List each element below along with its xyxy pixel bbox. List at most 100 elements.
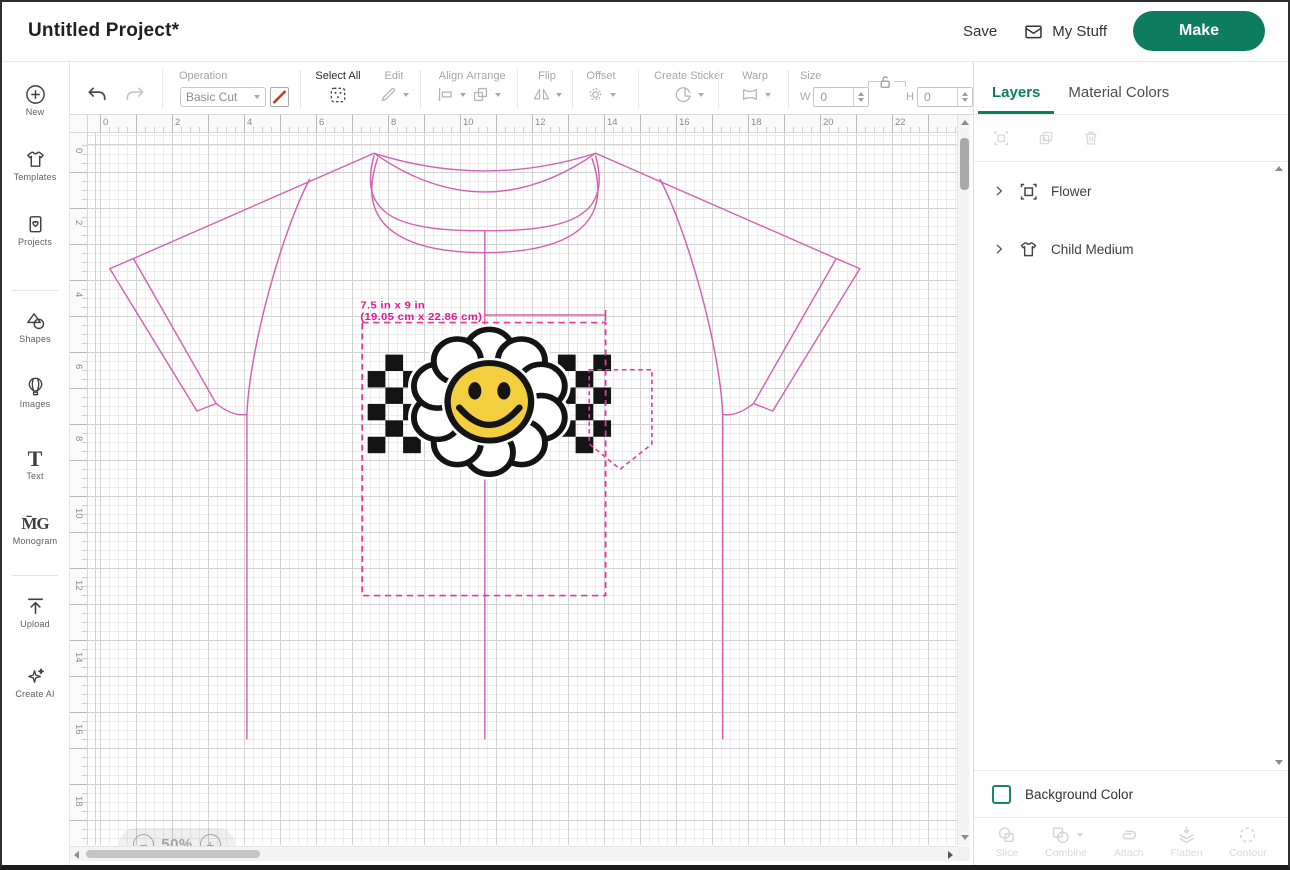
height-input[interactable]: 0 — [917, 87, 973, 107]
create-sticker-button[interactable]: Create Sticker — [643, 62, 735, 115]
chevron-down-icon — [495, 93, 501, 97]
ruler-number: 14 — [73, 652, 84, 663]
sticker-icon — [674, 85, 693, 104]
my-stuff-button[interactable]: My Stuff — [1023, 21, 1107, 42]
vertical-scrollbar[interactable] — [957, 115, 970, 845]
layer-list: Flower Child Medium — [974, 162, 1288, 769]
horizontal-scrollbar[interactable] — [70, 846, 957, 861]
sidebar-item-create-ai[interactable]: Create AI — [0, 665, 70, 699]
offset-icon — [586, 85, 605, 104]
warp-button[interactable]: Warp — [725, 62, 785, 115]
ruler-number: 18 — [751, 117, 762, 128]
sidebar-item-upload[interactable]: Upload — [0, 595, 70, 629]
redo-icon[interactable] — [123, 84, 146, 107]
edit-button[interactable]: Edit — [370, 62, 418, 115]
layer-row-child-medium[interactable]: Child Medium — [974, 220, 1288, 278]
tshirt-icon — [24, 148, 47, 171]
ruler-number: 4 — [73, 292, 84, 297]
ruler-number: 8 — [73, 436, 84, 441]
background-color-checkbox[interactable] — [992, 785, 1011, 804]
sidebar-item-shapes[interactable]: Shapes — [0, 310, 70, 344]
height-stepper[interactable] — [957, 88, 972, 106]
sidebar-item-images[interactable]: Images — [0, 375, 70, 409]
diagonal-line-icon — [271, 88, 288, 106]
ruler-number: 12 — [73, 580, 84, 591]
chevron-down-icon — [610, 93, 616, 97]
undo-icon[interactable] — [86, 84, 109, 107]
arrange-icon — [471, 85, 490, 104]
group-icon[interactable] — [992, 129, 1010, 147]
sidebar-item-projects[interactable]: Projects — [0, 213, 70, 247]
flip-button[interactable]: Flip — [522, 62, 572, 115]
plus-circle-icon — [24, 83, 47, 106]
trash-icon[interactable] — [1082, 129, 1100, 147]
save-button[interactable]: Save — [963, 23, 997, 40]
chevron-right-icon[interactable] — [992, 242, 1006, 256]
project-card-icon — [24, 213, 47, 236]
size-lock-brackets — [806, 72, 902, 86]
flatten-button[interactable]: Flatten — [1170, 824, 1202, 859]
lock-open-icon[interactable] — [876, 72, 894, 92]
scroll-right-arrow-icon[interactable] — [948, 851, 953, 859]
ruler-number: 0 — [103, 117, 108, 128]
layers-panel: Layers Material Colors Flower Child Medi… — [974, 62, 1288, 870]
ruler-number: 2 — [175, 117, 180, 128]
scroll-down-arrow-icon[interactable] — [961, 835, 969, 840]
sidebar-item-templates[interactable]: Templates — [0, 148, 70, 182]
width-stepper[interactable] — [853, 88, 868, 106]
combine-button[interactable]: Combine — [1045, 824, 1087, 859]
sidebar-item-new[interactable]: New — [0, 83, 70, 117]
ruler-number: 16 — [679, 117, 690, 128]
ruler-number: 22 — [895, 117, 906, 128]
edit-toolbar: Operation Basic Cut Select All Edit Alig… — [70, 62, 973, 115]
operation-label: Operation — [179, 70, 300, 82]
duplicate-icon[interactable] — [1037, 129, 1055, 147]
flower-design[interactable] — [414, 329, 565, 474]
slice-button[interactable]: Slice — [995, 824, 1018, 859]
layer-row-flower[interactable]: Flower — [974, 162, 1288, 220]
scroll-left-arrow-icon[interactable] — [74, 851, 79, 859]
upload-icon — [24, 595, 47, 618]
design-canvas[interactable]: 7.5 in x 9 in (19.05 cm x 22.86 cm) − 50… — [88, 133, 957, 845]
operation-color-swatch[interactable] — [270, 87, 289, 107]
svg-text:(19.05 cm x 22.86 cm): (19.05 cm x 22.86 cm) — [360, 311, 482, 323]
flip-icon — [532, 85, 551, 104]
align-icon — [436, 85, 455, 104]
left-sidebar: New Templates Projects Shapes Images T T… — [0, 62, 70, 870]
background-color-row: Background Color — [974, 771, 1288, 817]
make-button[interactable]: Make — [1133, 11, 1265, 51]
scroll-up-arrow-icon[interactable] — [961, 120, 969, 125]
width-input[interactable]: 0 — [813, 87, 869, 107]
offset-button[interactable]: Offset — [573, 62, 629, 115]
horizontal-scrollbar-thumb[interactable] — [86, 850, 260, 858]
tab-layers[interactable]: Layers — [978, 70, 1054, 114]
select-all-icon — [328, 85, 348, 105]
chevron-down-icon — [403, 93, 409, 97]
arrange-button[interactable]: Arrange — [458, 62, 514, 115]
scrollbar-corner — [957, 846, 970, 861]
canvas-artwork: 7.5 in x 9 in (19.05 cm x 22.86 cm) — [88, 133, 957, 845]
tab-material-colors[interactable]: Material Colors — [1054, 70, 1183, 114]
scroll-up-arrow-icon[interactable] — [1275, 166, 1283, 171]
ruler-number: 12 — [535, 117, 546, 128]
ruler-number: 8 — [391, 117, 396, 128]
layer-name: Flower — [1051, 184, 1092, 199]
select-all-button[interactable]: Select All — [308, 62, 368, 115]
scroll-down-arrow-icon[interactable] — [1275, 760, 1283, 765]
ruler-number: 10 — [73, 508, 84, 519]
contour-button[interactable]: Contour — [1229, 824, 1266, 859]
layer-list-scrollbar[interactable] — [1273, 162, 1285, 769]
svg-text:7.5 in x 9 in: 7.5 in x 9 in — [360, 300, 425, 312]
attach-button[interactable]: Attach — [1114, 824, 1144, 859]
sidebar-item-monogram[interactable]: M̄G Monogram — [0, 513, 70, 546]
ruler-number: 16 — [73, 724, 84, 735]
sidebar-item-text[interactable]: T Text — [0, 448, 70, 481]
sparkle-icon — [24, 665, 47, 688]
chevron-right-icon[interactable] — [992, 184, 1006, 198]
group-icon — [1018, 181, 1039, 202]
vertical-scrollbar-thumb[interactable] — [960, 138, 969, 190]
chevron-down-icon — [698, 93, 704, 97]
tshirt-icon — [1018, 239, 1039, 260]
top-bar: Untitled Project* Save My Stuff Make — [0, 0, 1290, 62]
operation-select[interactable]: Basic Cut — [180, 87, 266, 107]
